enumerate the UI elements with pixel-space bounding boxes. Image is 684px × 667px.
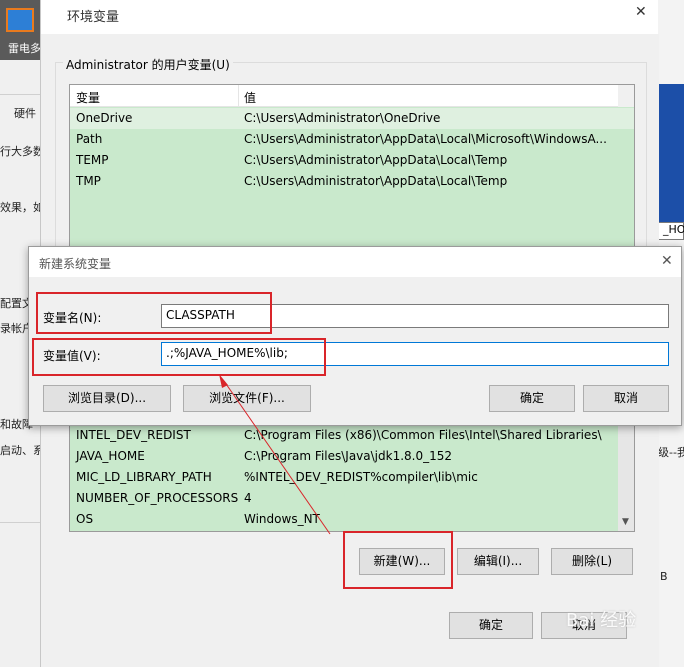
highlight-box [36,292,272,334]
ok-button[interactable]: 确定 [489,385,575,412]
highlight-box [32,338,326,376]
bg-text: 硬件 [14,107,36,120]
watermark: Bai 经验 [566,610,637,631]
list-item[interactable]: Path C:\Users\Administrator\AppData\Loca… [70,129,634,150]
bg-text: 级--我 [658,446,684,459]
scrollbar[interactable]: ▼ [618,421,634,531]
bg-blue-panel [658,84,684,224]
var-name: NUMBER_OF_PROCESSORS [76,491,239,505]
var-value: C:\Program Files (x86)\Common Files\Inte… [244,428,602,442]
list-item[interactable]: JAVA_HOME C:\Program Files\Java\jdk1.8.0… [70,446,634,467]
var-name: OneDrive [76,111,133,125]
var-value: Windows_NT [244,512,320,526]
dialog-title: 新建系统变量 [39,257,112,271]
highlight-box [343,531,453,589]
list-item[interactable]: OS Windows_NT [70,509,634,530]
var-value: 4 [244,491,252,505]
bg-text: 行大多数 [0,145,44,158]
ok-button[interactable]: 确定 [449,612,533,639]
list-item[interactable]: INTEL_DEV_REDIST C:\Program Files (x86)\… [70,425,634,446]
bg-text: 启动、系 [0,444,44,457]
divider [0,94,40,95]
new-system-var-dialog: 新建系统变量 ✕ 变量名(N): CLASSPATH 变量值(V): .;%JA… [28,246,682,426]
list-item[interactable]: TEMP C:\Users\Administrator\AppData\Loca… [70,150,634,171]
var-value: %INTEL_DEV_REDIST%compiler\lib\mic [244,470,478,484]
cancel-button[interactable]: 取消 [583,385,669,412]
bg-text: B [660,570,668,583]
chevron-down-icon[interactable]: ▼ [622,517,629,527]
column-header-value[interactable]: 值 [244,89,256,106]
var-name: JAVA_HOME [76,449,145,463]
close-icon[interactable]: ✕ [661,253,673,269]
list-item[interactable]: TMP C:\Users\Administrator\AppData\Local… [70,171,634,192]
column-header-variable[interactable]: 变量 [76,89,100,106]
var-name: MIC_LD_LIBRARY_PATH [76,470,212,484]
edit-button[interactable]: 编辑(I)... [457,548,539,575]
list-item[interactable]: MIC_LD_LIBRARY_PATH %INTEL_DEV_REDIST%co… [70,467,634,488]
var-value: C:\Program Files\Java\jdk1.8.0_152 [244,449,453,463]
divider [0,522,40,523]
app-label: 雷电多 [8,42,41,55]
var-value: C:\Users\Administrator\AppData\Local\Mic… [244,132,607,146]
user-vars-label: Administrator 的用户变量(U) [63,56,233,73]
close-icon[interactable]: ✕ [635,4,647,20]
dialog-title: 环境变量 [67,10,120,25]
var-value: C:\Users\Administrator\OneDrive [244,111,441,125]
scrollbar[interactable] [618,85,634,107]
system-vars-list[interactable]: INTEL_DEV_REDIST C:\Program Files (x86)\… [69,420,635,532]
browse-directory-button[interactable]: 浏览目录(D)... [43,385,171,412]
column-divider[interactable] [238,85,239,107]
list-header: 变量 值 [70,85,634,107]
delete-button[interactable]: 删除(L) [551,548,633,575]
var-value: C:\Users\Administrator\AppData\Local\Tem… [244,153,508,167]
bg-text: 效果，如 [0,201,44,214]
desktop-shortcut[interactable]: 雷电多 [0,0,44,60]
var-name: Path [76,132,103,146]
browse-file-button[interactable]: 浏览文件(F)... [183,385,311,412]
app-icon [6,8,34,32]
var-name: TEMP [76,153,109,167]
bg-field: _HO [658,222,684,240]
var-name: INTEL_DEV_REDIST [76,428,191,442]
list-item[interactable]: NUMBER_OF_PROCESSORS 4 [70,488,634,509]
var-name: OS [76,512,94,526]
var-value: C:\Users\Administrator\AppData\Local\Tem… [244,174,508,188]
var-name: TMP [76,174,101,188]
list-item[interactable]: OneDrive C:\Users\Administrator\OneDrive [70,108,634,129]
